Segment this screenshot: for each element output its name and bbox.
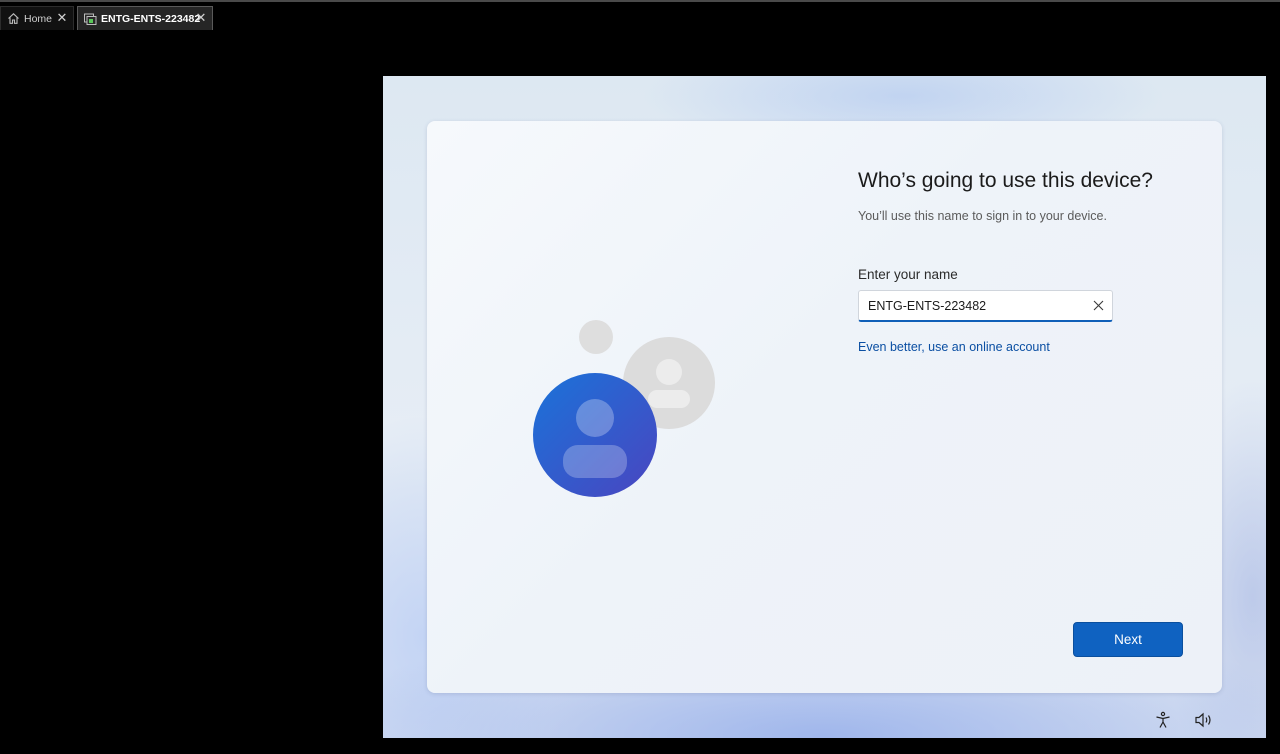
home-icon — [5, 11, 21, 27]
close-tab-vm-icon[interactable]: ✕ — [194, 10, 208, 26]
tab-home[interactable]: Home ✕ — [0, 6, 74, 30]
next-button[interactable]: Next — [1073, 622, 1183, 657]
tab-vm-label: ENTG-ENTS-223482 — [101, 12, 201, 25]
user-avatar-illustration — [533, 320, 715, 497]
vm-icon — [82, 11, 98, 27]
volume-icon[interactable] — [1193, 709, 1215, 731]
window-top-border — [0, 0, 1280, 2]
page-subtitle: You’ll use this name to sign in to your … — [858, 209, 1107, 223]
page-title: Who’s going to use this device? — [858, 169, 1153, 192]
oobe-card: Who’s going to use this device? You’ll u… — [427, 121, 1222, 693]
close-tab-home-icon[interactable]: ✕ — [55, 10, 69, 26]
online-account-link[interactable]: Even better, use an online account — [858, 340, 1050, 354]
accessibility-icon[interactable] — [1152, 709, 1174, 731]
clear-input-icon[interactable] — [1090, 297, 1106, 313]
tab-bar: Home ✕ ENTG-ENTS-223482 ✕ — [0, 3, 1280, 33]
name-field-label: Enter your name — [858, 267, 958, 282]
tab-vm[interactable]: ENTG-ENTS-223482 ✕ — [77, 6, 213, 30]
name-input[interactable] — [859, 291, 1084, 320]
name-input-box — [858, 290, 1113, 322]
tab-home-label: Home — [24, 12, 53, 25]
vm-screen[interactable]: Who’s going to use this device? You’ll u… — [383, 76, 1266, 738]
